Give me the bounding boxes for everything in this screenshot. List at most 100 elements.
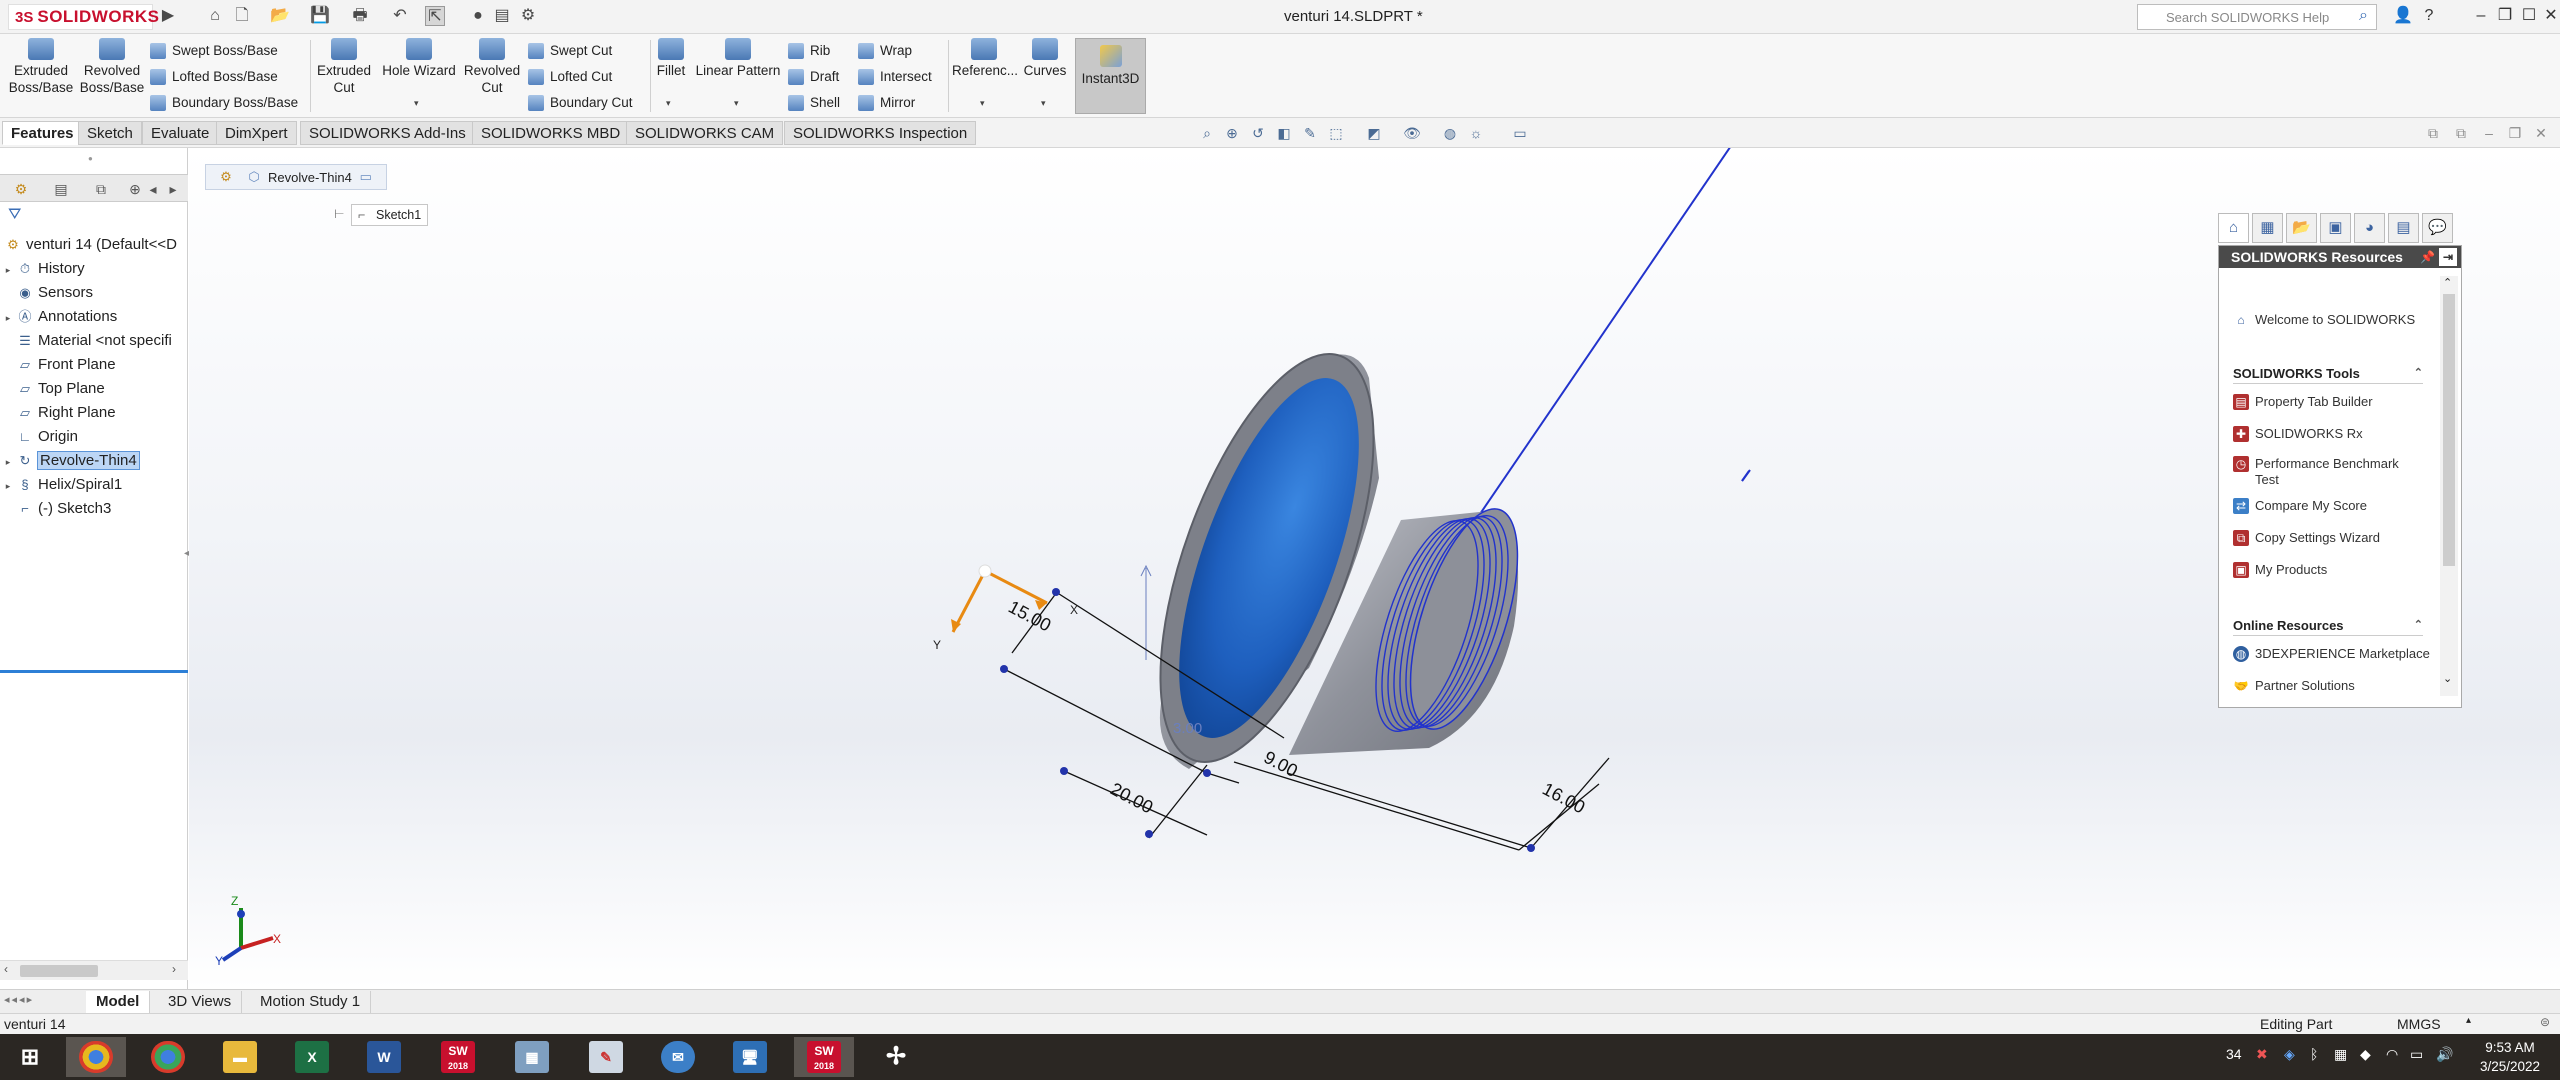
boundary-cut-button[interactable]: Boundary Cut: [528, 93, 633, 113]
extruded-cut-button[interactable]: Extruded Cut: [314, 38, 374, 96]
file-explorer-icon[interactable]: 📂: [2286, 213, 2317, 243]
triad-origin[interactable]: [978, 564, 992, 578]
tab-3d-views[interactable]: 3D Views: [158, 991, 243, 1013]
performance-benchmark-link[interactable]: ◷ Performance Benchmark Test: [2233, 456, 2413, 488]
help-icon[interactable]: ?: [2418, 5, 2440, 27]
tools-section-header[interactable]: SOLIDWORKS Tools ⌃: [2233, 366, 2423, 384]
pin-icon[interactable]: 📌: [2420, 246, 2435, 268]
lofted-cut-button[interactable]: Lofted Cut: [528, 67, 612, 87]
tree-item-material[interactable]: ☰ Material <not specifi: [0, 330, 188, 352]
scroll-left-icon[interactable]: ◂: [146, 178, 160, 200]
tab-addins[interactable]: SOLIDWORKS Add-Ins: [300, 121, 475, 145]
reference-dropdown-icon[interactable]: ▾: [980, 98, 985, 109]
my-products-link[interactable]: ▣ My Products: [2233, 562, 2327, 578]
paint-app[interactable]: ✎: [576, 1037, 636, 1077]
tab-inspection[interactable]: SOLIDWORKS Inspection: [784, 121, 977, 145]
reference-geometry-button[interactable]: Referenc...: [952, 38, 1018, 79]
minimize-icon[interactable]: –: [2470, 5, 2492, 27]
scrollbar-thumb[interactable]: [2443, 294, 2455, 566]
undo-icon[interactable]: ↶: [390, 6, 410, 26]
pinwheel-app[interactable]: ✢: [866, 1037, 926, 1077]
tray-temperature[interactable]: 34: [2226, 1046, 2242, 1062]
graphics-area[interactable]: ⚙ ⬡ Revolve-Thin4 ▭ ⊢ ⌐ Sketch1 15.00 20…: [189, 148, 2560, 989]
zoom-to-area-icon[interactable]: ⊕: [1222, 123, 1242, 143]
view-orientation-icon[interactable]: ⬚: [1326, 123, 1346, 143]
expand-icon[interactable]: ▸: [0, 475, 16, 496]
tray-app-icon[interactable]: ▦: [2334, 1046, 2347, 1063]
dimxpert-manager-tab-icon[interactable]: ⊕: [122, 178, 148, 200]
tray-network-icon[interactable]: ◈: [2284, 1046, 2295, 1063]
open-icon[interactable]: 📂: [270, 6, 290, 26]
tree-item-front-plane[interactable]: ▱ Front Plane: [0, 354, 188, 376]
tab-cam[interactable]: SOLIDWORKS CAM: [626, 121, 784, 145]
tab-evaluate[interactable]: Evaluate: [142, 121, 219, 145]
file-explorer-app[interactable]: ▬: [210, 1037, 270, 1077]
solidworks-rx-link[interactable]: ✚ SOLIDWORKS Rx: [2233, 426, 2363, 442]
expand-icon[interactable]: ▸: [0, 451, 16, 472]
partner-solutions-link[interactable]: 🤝 Partner Solutions: [2233, 678, 2355, 694]
select-icon[interactable]: ⇱: [425, 6, 445, 26]
tray-bluetooth-icon[interactable]: ᛒ: [2310, 1046, 2318, 1062]
tile-vertical-icon[interactable]: ⧉: [2451, 123, 2471, 143]
start-button[interactable]: ⊞: [0, 1037, 60, 1077]
wrap-button[interactable]: Wrap: [858, 41, 912, 61]
file-properties-icon[interactable]: ▤: [492, 6, 512, 26]
tab-dimxpert[interactable]: DimXpert: [216, 121, 297, 145]
expand-icon[interactable]: ▸: [0, 307, 16, 328]
revolved-cut-button[interactable]: Revolved Cut: [462, 38, 522, 96]
draft-button[interactable]: Draft: [788, 67, 839, 87]
mail-app[interactable]: ✉: [648, 1037, 708, 1077]
hide-show-items-icon[interactable]: 👁: [1402, 123, 1422, 143]
custom-properties-icon[interactable]: ▤: [2388, 213, 2419, 243]
marketplace-link[interactable]: ◍ 3DEXPERIENCE Marketplace: [2233, 646, 2430, 662]
chrome-profile-app[interactable]: [138, 1037, 198, 1077]
help-search-input[interactable]: Search SOLIDWORKS Help ⌕: [2137, 4, 2377, 30]
linear-pattern-button[interactable]: Linear Pattern: [692, 38, 784, 79]
maximize-icon[interactable]: ☐: [2518, 5, 2540, 27]
new-document-icon[interactable]: 🗋: [232, 6, 252, 26]
chrome-app[interactable]: [66, 1037, 126, 1077]
view-settings-icon[interactable]: ▭: [1510, 123, 1530, 143]
design-library-icon[interactable]: ▦: [2252, 213, 2283, 243]
expand-icon[interactable]: ▸: [0, 259, 16, 280]
traffic-light-icon[interactable]: ●: [468, 6, 488, 26]
boundary-boss-button[interactable]: Boundary Boss/Base: [150, 93, 298, 113]
word-app[interactable]: W: [354, 1037, 414, 1077]
doc-minimize-icon[interactable]: –: [2479, 123, 2499, 143]
tree-item-sensors[interactable]: ◉ Sensors: [0, 282, 188, 304]
unit-dropdown-icon[interactable]: ▴: [2466, 1015, 2471, 1026]
fillet-button[interactable]: Fillet: [654, 38, 688, 79]
hole-wizard-button[interactable]: Hole Wizard: [380, 38, 458, 79]
thickness-dimension-label[interactable]: 3.00: [1173, 720, 1202, 737]
solidworks-app[interactable]: SW 2018: [428, 1037, 488, 1077]
tree-item-history[interactable]: ▸ ⏱ History: [0, 258, 188, 280]
solidworks-active-app[interactable]: SW 2018: [794, 1037, 854, 1077]
previous-view-icon[interactable]: ↺: [1248, 123, 1268, 143]
mirror-button[interactable]: Mirror: [858, 93, 915, 113]
solidworks-resources-icon[interactable]: ⌂: [2218, 213, 2249, 243]
tree-item-top-plane[interactable]: ▱ Top Plane: [0, 378, 188, 400]
welcome-link[interactable]: ⌂ Welcome to SOLIDWORKS: [2233, 312, 2415, 328]
close-icon[interactable]: ✕: [2540, 5, 2560, 27]
tab-features[interactable]: Features: [2, 121, 83, 145]
tile-horizontal-icon[interactable]: ⧉: [2423, 123, 2443, 143]
display-style-icon[interactable]: ◩: [1364, 123, 1384, 143]
tab-mbd[interactable]: SOLIDWORKS MBD: [472, 121, 630, 145]
copy-settings-wizard-link[interactable]: ⧉ Copy Settings Wizard: [2233, 530, 2380, 546]
dynamic-annotation-icon[interactable]: ✎: [1300, 123, 1320, 143]
zoom-to-fit-icon[interactable]: ⌕: [1197, 123, 1217, 143]
tree-root-part[interactable]: ⚙ venturi 14 (Default<<D: [0, 234, 188, 256]
swept-cut-button[interactable]: Swept Cut: [528, 41, 612, 61]
view-palette-icon[interactable]: ▣: [2320, 213, 2351, 243]
remote-desktop-app[interactable]: 🖥: [720, 1037, 780, 1077]
configuration-manager-tab-icon[interactable]: ⧉: [88, 178, 114, 200]
tab-model[interactable]: Model: [86, 991, 151, 1013]
scroll-left-icon[interactable]: ‹: [4, 962, 8, 976]
scroll-right-icon[interactable]: ›: [172, 962, 176, 976]
curves-button[interactable]: Curves: [1020, 38, 1070, 79]
tab-motion-study[interactable]: Motion Study 1: [250, 991, 372, 1013]
revolved-boss-button[interactable]: Revolved Boss/Base: [78, 38, 146, 96]
online-resources-header[interactable]: Online Resources ⌃: [2233, 618, 2423, 636]
user-icon[interactable]: 👤: [2392, 5, 2414, 27]
options-gear-icon[interactable]: ⚙: [518, 6, 538, 26]
